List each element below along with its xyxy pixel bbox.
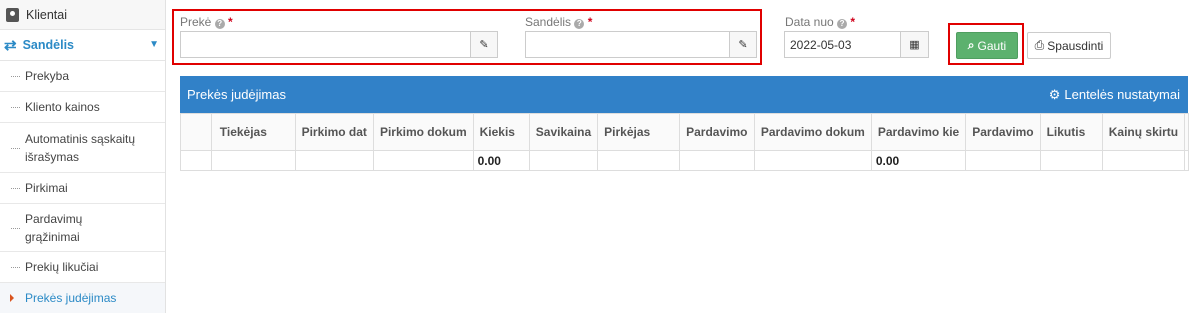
column-header-kiekis[interactable]: Kiekis (472, 113, 530, 151)
column-header-kainu-skirtumas[interactable]: Kainų skirtu (1101, 113, 1186, 151)
sidebar-item-label: Pirkimai (25, 181, 68, 195)
sandelis-label: Sandėlis ? * (525, 15, 592, 29)
exchange-icon: ⇄ (4, 37, 17, 54)
sidebar-item-pardavimu-grazinimai[interactable]: Pardavimų grąžinimai (0, 204, 165, 252)
sandelis-edit-button[interactable]: ✎ (729, 31, 757, 58)
print-icon: ⎙ (1034, 38, 1045, 52)
sidebar-item-label: Automatinis sąskaitų išrašymas (25, 131, 136, 164)
calendar-button[interactable]: ▦ (900, 31, 929, 58)
table-cell (679, 150, 755, 171)
gauti-button[interactable]: ⌕ Gauti (956, 32, 1018, 59)
sidebar-item-label: Prekių likučiai (25, 260, 99, 274)
help-icon[interactable]: ? (214, 19, 225, 29)
sidebar-section-label: Sandėlis (22, 38, 74, 52)
table-cell (753, 150, 872, 171)
table-totals-row: 0.00 0.00 (180, 150, 1189, 171)
preke-input[interactable] (180, 31, 471, 58)
column-header-tiekejas[interactable]: Tiekėjas (210, 113, 296, 151)
column-header-pirkimo-data[interactable]: Pirkimo dat (294, 113, 374, 151)
table-settings-label: Lentelės nustatymai (1064, 87, 1180, 102)
chevron-down-icon: ▼ (149, 39, 159, 50)
column-header-pirkimo-dokumentas[interactable]: Pirkimo dokum (372, 113, 474, 151)
spausdinti-button[interactable]: ⎙ Spausdinti (1027, 32, 1111, 59)
search-icon: ⌕ (967, 38, 975, 52)
caret-right-icon (10, 294, 14, 302)
column-header-likutis[interactable]: Likutis (1039, 113, 1103, 151)
panel-title: Prekės judėjimas (187, 87, 286, 102)
table-cell (180, 150, 212, 171)
sandelis-label-text: Sandėlis (525, 15, 572, 29)
sidebar-item-klientai[interactable]: Klientai (0, 0, 165, 30)
table-cell (965, 150, 1041, 171)
sidebar-item-prekiu-likuciai[interactable]: Prekių likučiai (0, 252, 165, 283)
required-mark: * (587, 15, 593, 29)
preke-label-text: Prekė (180, 15, 212, 29)
table-cell (1039, 150, 1103, 171)
sidebar-item-label: Pardavimų grąžinimai (25, 211, 83, 244)
sidebar-item-label: Prekyba (25, 69, 70, 83)
preke-label: Prekė ? * (180, 15, 233, 29)
table-settings-link[interactable]: ⚙ Lentelės nustatymai (1049, 87, 1180, 103)
column-header-pardavimo-2[interactable]: Pardavimo (965, 113, 1041, 151)
date-from-input[interactable] (784, 31, 901, 58)
pencil-icon: ✎ (738, 39, 748, 51)
sandelis-input[interactable] (525, 31, 730, 58)
total-pardavimo-kiekis: 0.00 (870, 150, 967, 171)
column-header-pardavimo-dokumentas[interactable]: Pardavimo dokum (753, 113, 872, 151)
table-cell (210, 150, 296, 171)
table-cell (1184, 150, 1189, 171)
required-mark: * (850, 15, 856, 29)
table-cell (294, 150, 374, 171)
data-nuo-label-text: Data nuo (785, 15, 834, 29)
calendar-icon: ▦ (909, 39, 920, 51)
table-cell (528, 150, 599, 171)
sidebar-section-sandelis[interactable]: ⇄ Sandėlis ▼ (0, 30, 165, 61)
sidebar-item-kliento-kainos[interactable]: Kliento kainos (0, 92, 165, 123)
data-nuo-label: Data nuo ? * (785, 15, 855, 29)
sidebar-item-pirkimai[interactable]: Pirkimai (0, 173, 165, 204)
gauti-button-label: Gauti (977, 38, 1007, 53)
column-header-pardavimo-kiekis[interactable]: Pardavimo kie (870, 113, 967, 151)
table-cell (372, 150, 474, 171)
table-cell (1101, 150, 1186, 171)
sidebar-item-automatinis[interactable]: Automatinis sąskaitų išrašymas (0, 123, 165, 173)
column-header-pirkejas[interactable]: Pirkėjas (597, 113, 681, 151)
sidebar-item-label: Klientai (26, 7, 67, 22)
table-header-row: Tiekėjas Pirkimo dat Pirkimo dokum Kieki… (180, 113, 1189, 151)
sidebar-item-label: Prekės judėjimas (25, 291, 117, 305)
user-card-icon (6, 7, 19, 22)
help-icon[interactable]: ? (574, 19, 585, 29)
column-header (1184, 113, 1189, 151)
table-cell (597, 150, 681, 171)
sidebar: Klientai ⇄ Sandėlis ▼ Prekyba Kliento ka… (0, 0, 166, 313)
column-header-pardavimo[interactable]: Pardavimo (679, 113, 755, 151)
preke-edit-button[interactable]: ✎ (470, 31, 498, 58)
column-header[interactable] (180, 113, 212, 151)
sidebar-item-prekyba[interactable]: Prekyba (0, 61, 165, 92)
help-icon[interactable]: ? (837, 19, 848, 29)
total-kiekis: 0.00 (472, 150, 530, 171)
required-mark: * (228, 15, 233, 29)
sidebar-item-prekes-judejimas[interactable]: Prekės judėjimas (0, 283, 165, 313)
column-header-savikaina[interactable]: Savikaina (528, 113, 599, 151)
spausdinti-button-label: Spausdinti (1047, 38, 1104, 53)
movement-table: Tiekėjas Pirkimo dat Pirkimo dokum Kieki… (180, 113, 1189, 171)
gear-icon: ⚙ (1048, 86, 1061, 102)
panel-header: Prekės judėjimas ⚙ Lentelės nustatymai (180, 76, 1188, 113)
sidebar-item-label: Kliento kainos (25, 100, 100, 114)
pencil-icon: ✎ (479, 39, 489, 51)
